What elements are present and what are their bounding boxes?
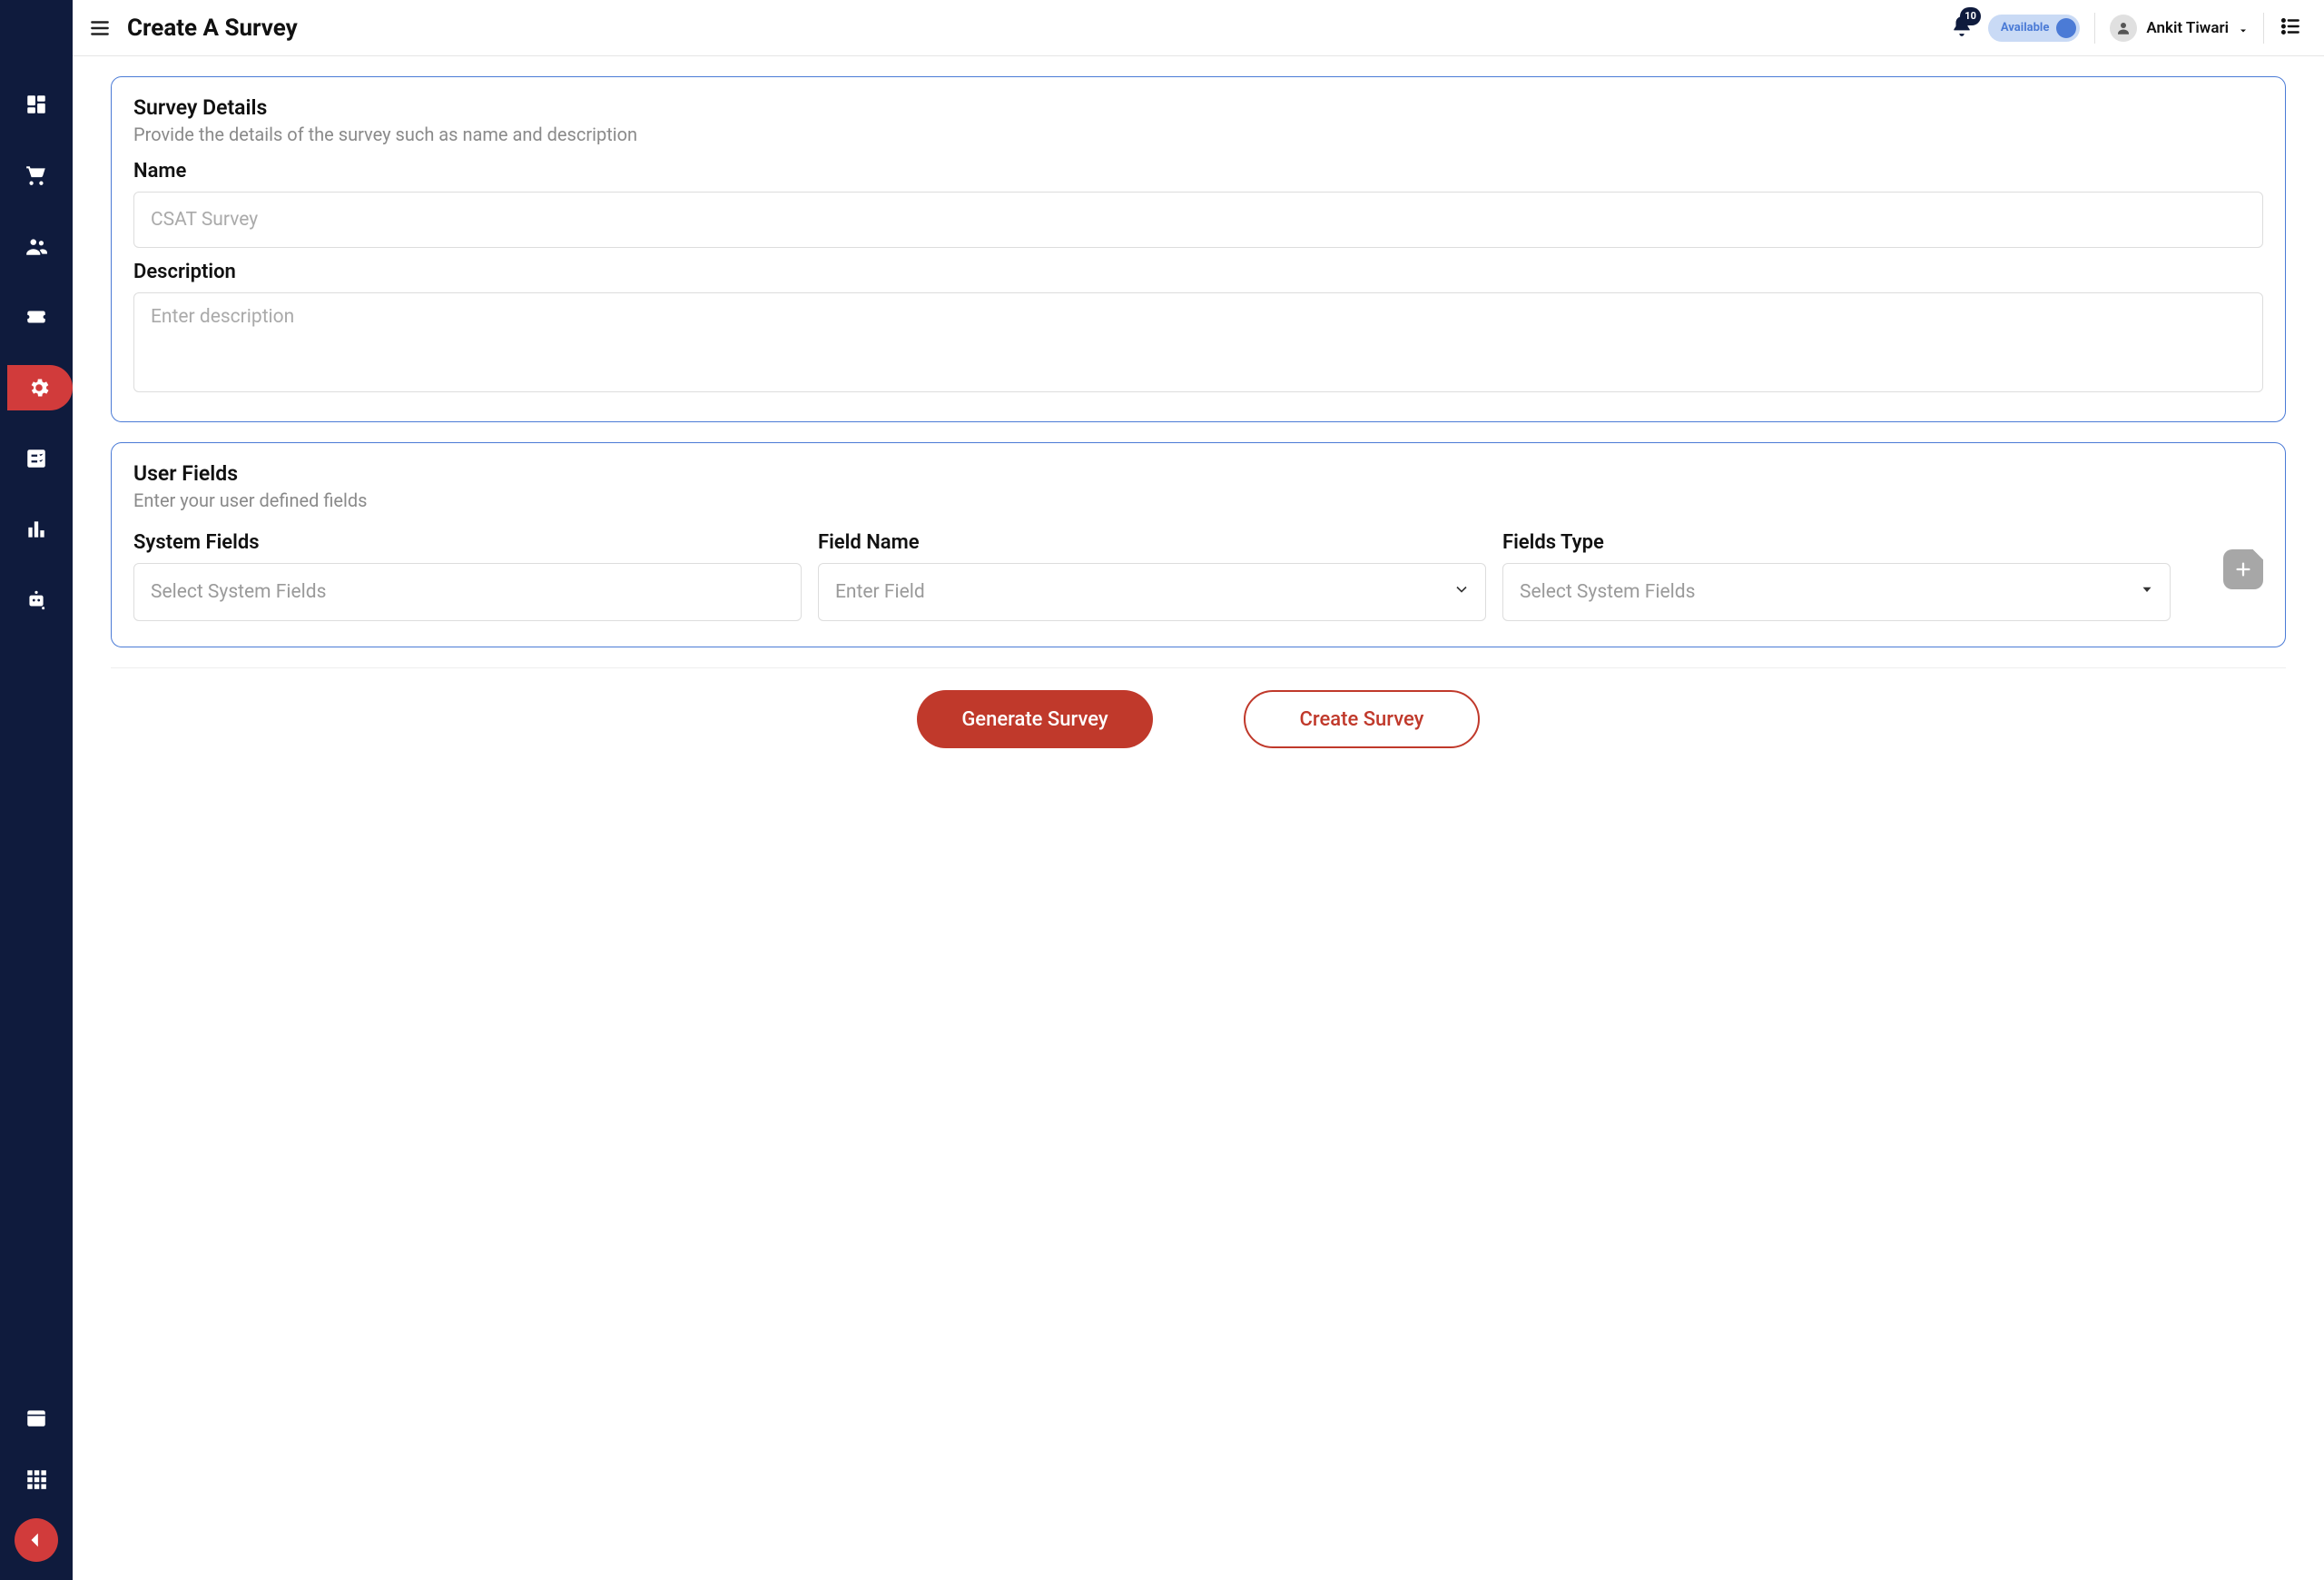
panel-subtitle: Enter your user defined fields <box>133 489 2263 511</box>
divider <box>2094 13 2095 44</box>
fold-decoration <box>2252 549 2263 560</box>
caret-down-icon <box>2238 23 2249 34</box>
notification-count-badge: 10 <box>1960 7 1981 25</box>
users-icon <box>25 234 48 258</box>
sidebar-item-dashboard[interactable] <box>14 82 59 127</box>
dashboard-icon <box>25 93 48 116</box>
panel-subtitle: Provide the details of the survey such a… <box>133 123 2263 145</box>
field-name-label: Field Name <box>818 531 1486 554</box>
select-placeholder: Enter Field <box>835 581 925 603</box>
list-icon <box>2279 15 2302 38</box>
system-fields-select[interactable]: Select System Fields <box>133 563 802 621</box>
bot-icon <box>25 588 48 612</box>
system-fields-label: System Fields <box>133 531 802 554</box>
avatar <box>2110 15 2137 42</box>
notifications-button[interactable]: 10 <box>1950 15 1974 42</box>
sidebar-item-users[interactable] <box>14 223 59 269</box>
list-menu-button[interactable] <box>2279 15 2302 42</box>
field-name-select[interactable]: Enter Field <box>818 563 1486 621</box>
toggle-knob <box>2056 18 2076 38</box>
sidebar-item-bot[interactable] <box>14 578 59 623</box>
create-survey-button[interactable]: Create Survey <box>1244 690 1480 748</box>
person-icon <box>2115 20 2132 36</box>
cart-icon <box>25 163 48 187</box>
checklist-icon <box>25 447 48 470</box>
availability-label: Available <box>2001 21 2049 35</box>
fields-type-label: Fields Type <box>1502 531 2171 554</box>
sidebar-item-apps[interactable] <box>14 1457 59 1502</box>
survey-name-input[interactable] <box>133 192 2263 248</box>
add-field-button[interactable] <box>2223 549 2263 589</box>
survey-details-panel: Survey Details Provide the details of th… <box>111 76 2286 422</box>
calendar-icon <box>25 1406 48 1429</box>
triangle-down-icon <box>2139 581 2155 603</box>
header: Create A Survey 10 Available Ankit Tiwar… <box>73 0 2324 56</box>
sidebar-item-tasks[interactable] <box>14 436 59 481</box>
menu-toggle[interactable] <box>87 15 113 41</box>
sidebar-item-reports[interactable] <box>14 507 59 552</box>
bar-chart-icon <box>25 518 48 541</box>
plus-icon <box>2233 559 2253 579</box>
availability-toggle[interactable]: Available <box>1988 15 2080 42</box>
user-fields-panel: User Fields Enter your user defined fiel… <box>111 442 2286 647</box>
user-menu[interactable]: Ankit Tiwari <box>2110 15 2249 42</box>
sidebar-item-tickets[interactable] <box>14 294 59 340</box>
fields-type-select[interactable]: Select System Fields <box>1502 563 2171 621</box>
hamburger-icon <box>88 16 112 40</box>
sidebar <box>0 0 73 1580</box>
divider <box>2263 13 2264 44</box>
content: Survey Details Provide the details of th… <box>73 56 2324 1580</box>
gear-icon <box>27 376 51 400</box>
select-placeholder: Select System Fields <box>1520 581 1695 603</box>
apps-grid-icon <box>25 1467 48 1491</box>
panel-title: User Fields <box>133 461 2263 486</box>
name-label: Name <box>133 160 2263 183</box>
survey-description-input[interactable] <box>133 292 2263 392</box>
logo-icon <box>26 1530 46 1550</box>
page-title: Create A Survey <box>127 15 298 42</box>
main: Create A Survey 10 Available Ankit Tiwar… <box>73 0 2324 1580</box>
sidebar-item-settings[interactable] <box>7 365 73 410</box>
sidebar-logo[interactable] <box>15 1518 58 1562</box>
panel-title: Survey Details <box>133 95 2263 120</box>
description-label: Description <box>133 261 2263 283</box>
sidebar-item-cart[interactable] <box>14 153 59 198</box>
user-name: Ankit Tiwari <box>2146 19 2229 37</box>
generate-survey-button[interactable]: Generate Survey <box>917 690 1153 748</box>
ticket-icon <box>25 305 48 329</box>
chevron-down-icon <box>1452 580 1471 604</box>
sidebar-item-calendar[interactable] <box>14 1395 59 1440</box>
select-placeholder: Select System Fields <box>151 581 326 603</box>
footer-actions: Generate Survey Create Survey <box>111 667 2286 775</box>
